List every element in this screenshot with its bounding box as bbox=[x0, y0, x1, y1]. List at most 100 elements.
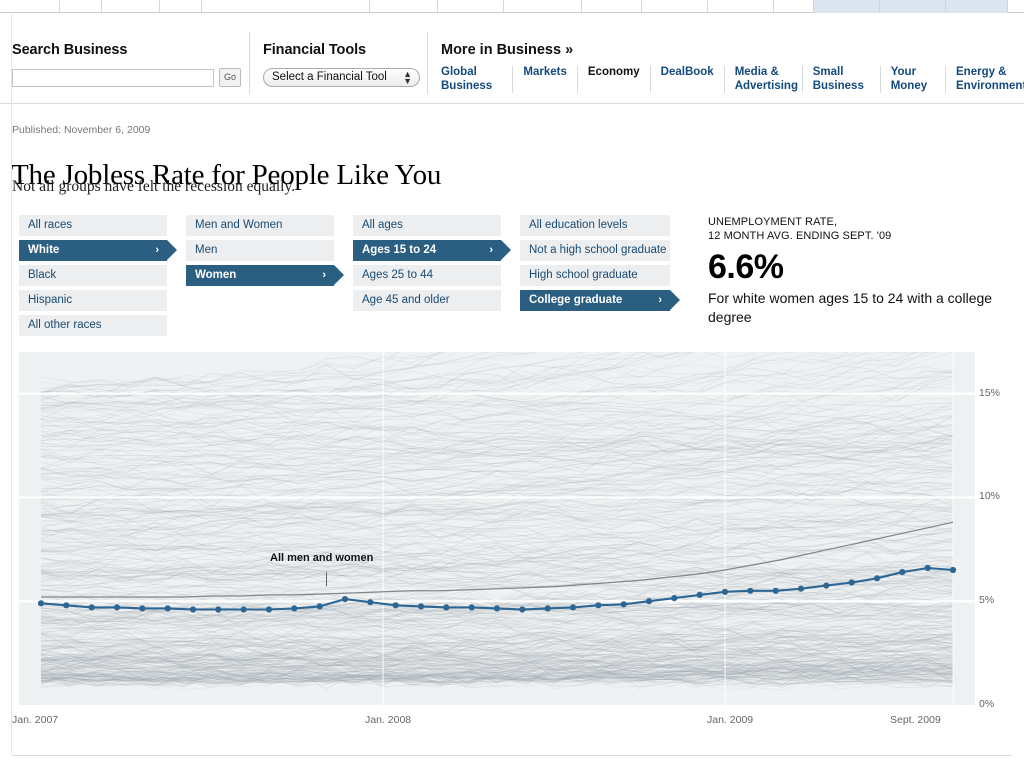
selector-education-high-school-graduate[interactable]: High school graduate bbox=[520, 265, 670, 286]
chart-plot-area bbox=[19, 352, 975, 705]
chevron-right-icon: › bbox=[322, 269, 326, 281]
top-nav-cell-11[interactable] bbox=[774, 0, 814, 13]
financial-tool-selected-value: Select a Financial Tool bbox=[272, 71, 387, 83]
pill-arrow-point-icon bbox=[501, 240, 511, 260]
page-subtitle: Not all groups have felt the recession e… bbox=[12, 178, 296, 195]
selector-label: Black bbox=[28, 269, 57, 281]
selector-label: Hispanic bbox=[28, 294, 73, 306]
selector-sex-men[interactable]: Men bbox=[186, 240, 334, 261]
business-utility-bar: Search Business Go Financial Tools Selec… bbox=[0, 14, 1024, 104]
chart-data-point bbox=[595, 602, 602, 609]
selector-race-white[interactable]: White › bbox=[19, 240, 177, 261]
selector-label: Ages 25 to 44 bbox=[362, 269, 433, 281]
selector-education-not-a-high-school-graduate[interactable]: Not a high school graduate bbox=[520, 240, 670, 261]
chart-data-point bbox=[924, 564, 931, 572]
top-nav-cell-5[interactable] bbox=[370, 0, 438, 13]
select-updown-arrows-icon: ▲ ▼ bbox=[403, 69, 412, 86]
search-input[interactable] bbox=[12, 68, 214, 87]
chart-y-axis-labels: 0% 5% 10% 15% bbox=[975, 352, 1024, 712]
search-go-button[interactable]: Go bbox=[219, 68, 241, 87]
chart-data-point bbox=[139, 605, 146, 612]
chart-data-point bbox=[443, 604, 450, 611]
selector-race-hispanic[interactable]: Hispanic bbox=[19, 290, 167, 311]
more-link-global-business[interactable]: Global Business bbox=[441, 66, 514, 93]
page-root: Search Business Go Financial Tools Selec… bbox=[0, 0, 1024, 769]
stat-kicker-line2: 12 MONTH AVG. ENDING SEPT. '09 bbox=[708, 230, 892, 242]
top-nav-cell-4[interactable] bbox=[278, 0, 370, 13]
selector-age-all-ages[interactable]: All ages bbox=[353, 215, 501, 236]
selector-label: Ages 15 to 24 bbox=[362, 244, 437, 256]
filter-selectors: All races White › Black Hispanic All other ra… bbox=[19, 215, 689, 340]
selector-label: Men bbox=[195, 244, 218, 256]
more-link-energy-environment[interactable]: Energy & Environment bbox=[946, 66, 1024, 93]
selector-label: All ages bbox=[362, 219, 403, 231]
selector-race-all-other-races[interactable]: All other races bbox=[19, 315, 167, 336]
selector-column-race: All races White › Black Hispanic All other ra… bbox=[19, 215, 177, 340]
selector-age-ages-15-to-24[interactable]: Ages 15 to 24 › bbox=[353, 240, 511, 261]
top-nav-cell-7[interactable] bbox=[504, 0, 582, 13]
y-tick-label-10: 10% bbox=[979, 490, 1001, 503]
more-link-dealbook[interactable]: DealBook bbox=[651, 66, 725, 93]
selector-race-all-races[interactable]: All races bbox=[19, 215, 167, 236]
top-nav-cell-0[interactable] bbox=[20, 0, 60, 13]
financial-tools-title: Financial Tools bbox=[263, 42, 366, 58]
selector-label: Age 45 and older bbox=[362, 294, 450, 306]
selector-label: All other races bbox=[28, 319, 102, 331]
selector-education-all-education-levels[interactable]: All education levels bbox=[520, 215, 670, 236]
chart-data-point bbox=[215, 606, 222, 613]
chart-data-point bbox=[341, 596, 349, 603]
top-nav-cell-2[interactable] bbox=[102, 0, 160, 13]
top-nav-cell-9[interactable] bbox=[642, 0, 708, 13]
chevron-right-icon: › bbox=[658, 294, 662, 306]
x-tick-label-0: Jan. 2007 bbox=[12, 714, 59, 726]
chart-data-point bbox=[189, 606, 197, 613]
more-link-your-money[interactable]: Your Money bbox=[881, 66, 946, 93]
more-in-business-title: More in Business » bbox=[441, 42, 574, 58]
x-tick-label-1: Jan. 2008 bbox=[365, 714, 412, 726]
chart-data-point bbox=[493, 605, 501, 612]
chart-data-point bbox=[569, 604, 577, 611]
utility-divider-2 bbox=[427, 32, 428, 94]
chart-data-point bbox=[645, 598, 653, 605]
top-nav-cell-13[interactable] bbox=[880, 0, 946, 13]
selector-age-ages-25-to-44[interactable]: Ages 25 to 44 bbox=[353, 265, 501, 286]
selector-sex-men-and-women[interactable]: Men and Women bbox=[186, 215, 334, 236]
more-link-small-business[interactable]: Small Business bbox=[803, 66, 881, 93]
pill-arrow-point-icon bbox=[670, 290, 680, 310]
chart-data-point bbox=[316, 603, 323, 610]
top-nav-cell-3[interactable] bbox=[160, 0, 202, 13]
top-nav-cell-12[interactable] bbox=[814, 0, 880, 13]
more-link-markets[interactable]: Markets bbox=[513, 66, 578, 93]
chart-data-point bbox=[291, 605, 298, 612]
selector-age-age-45-and-older[interactable]: Age 45 and older bbox=[353, 290, 501, 311]
published-date: Published: November 6, 2009 bbox=[12, 124, 151, 136]
selector-label: Women bbox=[195, 269, 237, 281]
selector-column-sex: Men and Women Men Women › bbox=[186, 215, 344, 340]
top-nav-cell-8[interactable] bbox=[582, 0, 642, 13]
search-business-block: Search Business Go bbox=[12, 42, 241, 87]
top-nav-cell-1[interactable] bbox=[60, 0, 102, 13]
chart-data-point bbox=[949, 566, 957, 574]
chart-data-point bbox=[696, 591, 703, 598]
chart-data-point bbox=[88, 604, 95, 611]
top-nav-cell-14[interactable] bbox=[946, 0, 1008, 13]
financial-tool-select[interactable]: Select a Financial Tool ▲ ▼ bbox=[263, 68, 420, 87]
unemployment-chart: All men and women bbox=[19, 352, 975, 705]
chart-data-point bbox=[164, 605, 171, 612]
selector-label: College graduate bbox=[529, 294, 623, 306]
pill-arrow-point-icon bbox=[334, 265, 344, 285]
stat-value: 6.6% bbox=[708, 248, 784, 286]
more-link-media-advertising[interactable]: Media & Advertising bbox=[725, 66, 803, 93]
more-link-economy[interactable]: Economy bbox=[578, 66, 651, 93]
top-nav-cell-10[interactable] bbox=[708, 0, 774, 13]
selector-race-black[interactable]: Black bbox=[19, 265, 167, 286]
x-tick-label-3: Sept. 2009 bbox=[890, 714, 941, 726]
selector-sex-women[interactable]: Women › bbox=[186, 265, 344, 286]
chart-data-point bbox=[519, 606, 526, 613]
chart-data-point bbox=[797, 585, 805, 592]
chevron-right-icon: › bbox=[155, 244, 159, 256]
selector-label: Men and Women bbox=[195, 219, 283, 231]
chart-data-point bbox=[392, 602, 399, 609]
selector-education-college-graduate[interactable]: College graduate › bbox=[520, 290, 680, 311]
top-nav-cell-6[interactable] bbox=[438, 0, 504, 13]
